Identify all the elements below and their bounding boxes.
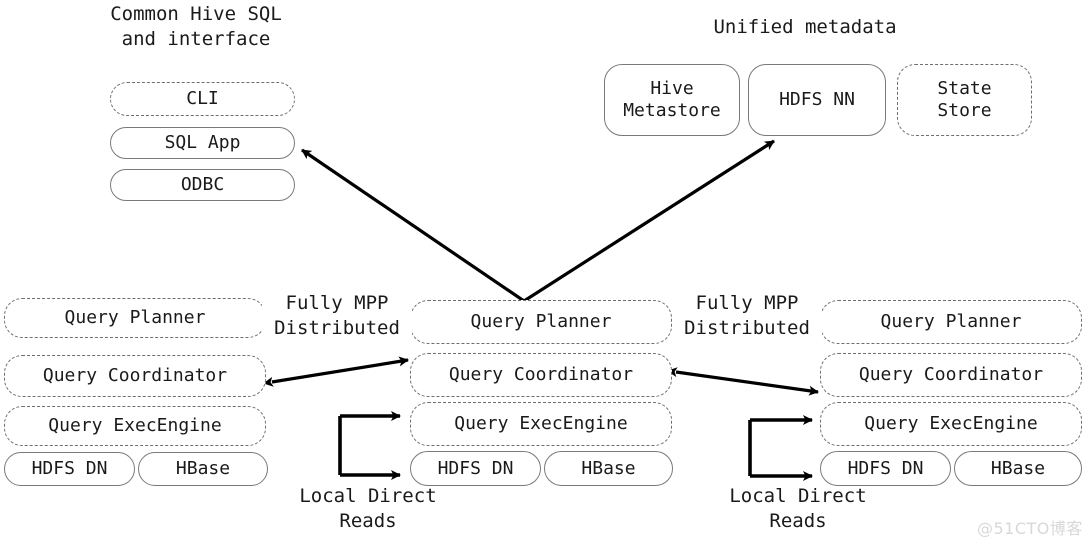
node-center-hbase[interactable]: HBase — [544, 451, 673, 486]
node-right-query-execengine[interactable]: Query ExecEngine — [820, 402, 1082, 446]
bracket-local-direct-reads-right — [748, 415, 813, 481]
local-direct-reads-label-right: Local Direct Reads — [729, 485, 867, 532]
arrow-center-right-coordinator — [667, 367, 819, 396]
watermark: @51CTO博客 — [977, 519, 1083, 538]
node-left-query-planner[interactable]: Query Planner — [4, 298, 266, 338]
node-left-hbase[interactable]: HBase — [138, 452, 268, 486]
node-left-query-execengine[interactable]: Query ExecEngine — [4, 406, 266, 446]
node-right-hbase[interactable]: HBase — [954, 451, 1082, 486]
node-state-store[interactable]: State Store — [897, 64, 1032, 136]
node-hdfs-nn[interactable]: HDFS NN — [748, 64, 886, 136]
local-direct-reads-label-center: Local Direct Reads — [299, 485, 437, 532]
arrow-left-center-coordinator — [263, 356, 409, 387]
node-center-query-planner[interactable]: Query Planner — [410, 300, 672, 344]
node-hive-metastore[interactable]: Hive Metastore — [604, 64, 740, 136]
node-right-hdfs-dn[interactable]: HDFS DN — [820, 451, 951, 486]
node-center-query-execengine[interactable]: Query ExecEngine — [410, 402, 672, 446]
group-title-common-hive-sql: Common Hive SQL and interface — [110, 3, 282, 50]
bracket-local-direct-reads-center — [338, 411, 401, 480]
node-left-hdfs-dn[interactable]: HDFS DN — [4, 452, 135, 486]
node-right-query-planner[interactable]: Query Planner — [820, 300, 1082, 344]
node-center-hdfs-dn[interactable]: HDFS DN — [410, 451, 541, 486]
arrow-planner-to-hdfs-nn — [523, 139, 775, 303]
node-center-query-coordinator[interactable]: Query Coordinator — [410, 353, 672, 397]
node-odbc[interactable]: ODBC — [110, 169, 295, 201]
node-right-query-coordinator[interactable]: Query Coordinator — [820, 353, 1082, 397]
connector-label-fully-mpp-right: Fully MPP Distributed — [672, 291, 822, 341]
connector-label-fully-mpp-left: Fully MPP Distributed — [262, 291, 412, 341]
diagram-canvas: Common Hive SQL and interface Unified me… — [0, 0, 1088, 545]
node-cli[interactable]: CLI — [110, 82, 295, 116]
arrow-planner-to-sqlapp — [301, 148, 525, 303]
group-title-unified-metadata: Unified metadata — [713, 16, 897, 38]
node-left-query-coordinator[interactable]: Query Coordinator — [4, 355, 266, 397]
node-sql-app[interactable]: SQL App — [110, 127, 295, 159]
